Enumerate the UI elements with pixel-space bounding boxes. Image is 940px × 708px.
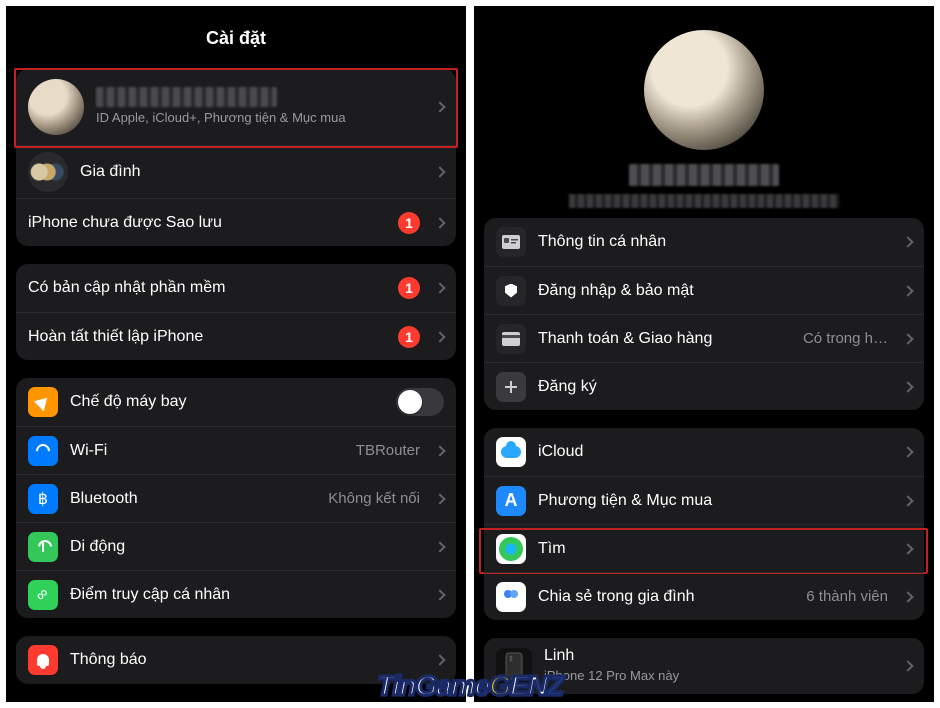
airplane-label: Chế độ máy bay <box>70 393 384 411</box>
badge-count: 1 <box>398 326 420 348</box>
media-purchases-row[interactable]: A Phương tiện & Mục mua <box>484 476 924 524</box>
avatar <box>28 79 84 135</box>
signin-security-label: Đăng nhập & bảo mật <box>538 282 888 300</box>
chevron-icon <box>902 591 913 602</box>
find-my-icon <box>496 534 526 564</box>
chevron-icon <box>902 333 913 344</box>
badge-count: 1 <box>398 277 420 299</box>
personal-info-label: Thông tin cá nhân <box>538 233 888 251</box>
chevron-icon <box>434 217 445 228</box>
chevron-icon <box>902 543 913 554</box>
chevron-icon <box>434 282 445 293</box>
plus-circle-icon <box>496 372 526 402</box>
bluetooth-value: Không kết nối <box>328 490 420 507</box>
payment-value: Có trong h… <box>803 330 888 347</box>
family-avatars-icon <box>28 152 68 192</box>
chevron-icon <box>902 285 913 296</box>
settings-screen: Cài đặt ID Apple, iCloud+, Phương tiện &… <box>6 6 466 702</box>
chevron-icon <box>434 166 445 177</box>
credit-card-icon <box>496 324 526 354</box>
bluetooth-row[interactable]: ฿ Bluetooth Không kết nối <box>16 474 456 522</box>
airplane-switch[interactable] <box>396 388 444 416</box>
hotspot-icon: ∞ <box>28 580 58 610</box>
wifi-label: Wi-Fi <box>70 442 344 460</box>
section-account: ID Apple, iCloud+, Phương tiện & Mục mua… <box>16 69 456 246</box>
avatar-large[interactable] <box>644 30 764 150</box>
watermark-logo: TinGameGENZ <box>377 670 563 702</box>
section-account-info: Thông tin cá nhân Đăng nhập & bảo mật Th… <box>484 218 924 410</box>
shield-icon <box>496 276 526 306</box>
apple-id-screen: Thông tin cá nhân Đăng nhập & bảo mật Th… <box>474 6 934 702</box>
chevron-icon <box>902 660 913 671</box>
family-label: Gia đình <box>80 163 420 181</box>
cellular-row[interactable]: Di động <box>16 522 456 570</box>
cellular-icon <box>28 532 58 562</box>
chevron-icon <box>434 541 445 552</box>
finish-setup-row[interactable]: Hoàn tất thiết lập iPhone 1 <box>16 312 456 360</box>
appstore-icon: A <box>496 486 526 516</box>
subscriptions-row[interactable]: Đăng ký <box>484 362 924 410</box>
software-update-label: Có bản cập nhật phần mềm <box>28 279 386 297</box>
bell-icon <box>28 645 58 675</box>
find-my-row[interactable]: Tìm <box>484 524 924 572</box>
apple-id-subtitle: ID Apple, iCloud+, Phương tiện & Mục mua <box>96 110 420 126</box>
wifi-value: TBRouter <box>356 442 420 459</box>
settings-title: Cài đặt <box>16 28 456 49</box>
wifi-icon <box>28 436 58 466</box>
airplane-icon <box>28 387 58 417</box>
chevron-icon <box>434 101 445 112</box>
media-label: Phương tiện & Mục mua <box>538 492 888 510</box>
icloud-label: iCloud <box>538 443 888 461</box>
chevron-icon <box>902 236 913 247</box>
bluetooth-label: Bluetooth <box>70 490 316 508</box>
section-updates: Có bản cập nhật phần mềm 1 Hoàn tất thiế… <box>16 264 456 360</box>
notifications-label: Thông báo <box>70 651 420 669</box>
family-icon <box>496 582 526 612</box>
icloud-icon <box>496 437 526 467</box>
family-sharing-label: Chia sẻ trong gia đình <box>538 588 794 606</box>
chevron-icon <box>434 331 445 342</box>
wifi-row[interactable]: Wi-Fi TBRouter <box>16 426 456 474</box>
family-sharing-row[interactable]: Chia sẻ trong gia đình 6 thành viên <box>484 572 924 620</box>
chevron-icon <box>902 446 913 457</box>
id-card-icon <box>496 227 526 257</box>
icloud-row[interactable]: iCloud <box>484 428 924 476</box>
bluetooth-icon: ฿ <box>28 484 58 514</box>
chevron-icon <box>434 654 445 665</box>
device-name-label: Linh <box>544 647 888 665</box>
finish-setup-label: Hoàn tất thiết lập iPhone <box>28 328 386 346</box>
chevron-icon <box>902 495 913 506</box>
chevron-icon <box>434 589 445 600</box>
badge-count: 1 <box>398 212 420 234</box>
user-email-redacted <box>569 194 839 208</box>
payment-label: Thanh toán & Giao hàng <box>538 330 791 348</box>
family-sharing-value: 6 thành viên <box>806 588 888 605</box>
backup-warning-label: iPhone chưa được Sao lưu <box>28 214 386 232</box>
section-services: iCloud A Phương tiện & Mục mua Tìm Chia … <box>484 428 924 620</box>
user-name-redacted <box>96 87 277 107</box>
apple-id-row[interactable]: ID Apple, iCloud+, Phương tiện & Mục mua <box>16 69 456 145</box>
hotspot-label: Điểm truy cập cá nhân <box>70 586 420 604</box>
payment-row[interactable]: Thanh toán & Giao hàng Có trong h… <box>484 314 924 362</box>
find-my-label: Tìm <box>538 540 888 558</box>
chevron-icon <box>434 445 445 456</box>
user-name-redacted <box>629 164 779 186</box>
family-row[interactable]: Gia đình <box>16 145 456 198</box>
backup-warning-row[interactable]: iPhone chưa được Sao lưu 1 <box>16 198 456 246</box>
software-update-row[interactable]: Có bản cập nhật phần mềm 1 <box>16 264 456 312</box>
device-model-label: iPhone 12 Pro Max này <box>544 668 888 684</box>
airplane-row[interactable]: Chế độ máy bay <box>16 378 456 426</box>
chevron-icon <box>902 381 913 392</box>
hotspot-row[interactable]: ∞ Điểm truy cập cá nhân <box>16 570 456 618</box>
personal-info-row[interactable]: Thông tin cá nhân <box>484 218 924 266</box>
subscriptions-label: Đăng ký <box>538 378 888 396</box>
signin-security-row[interactable]: Đăng nhập & bảo mật <box>484 266 924 314</box>
chevron-icon <box>434 493 445 504</box>
cellular-label: Di động <box>70 538 420 556</box>
section-connectivity: Chế độ máy bay Wi-Fi TBRouter ฿ Bluetoot… <box>16 378 456 618</box>
profile-hero <box>484 14 924 218</box>
